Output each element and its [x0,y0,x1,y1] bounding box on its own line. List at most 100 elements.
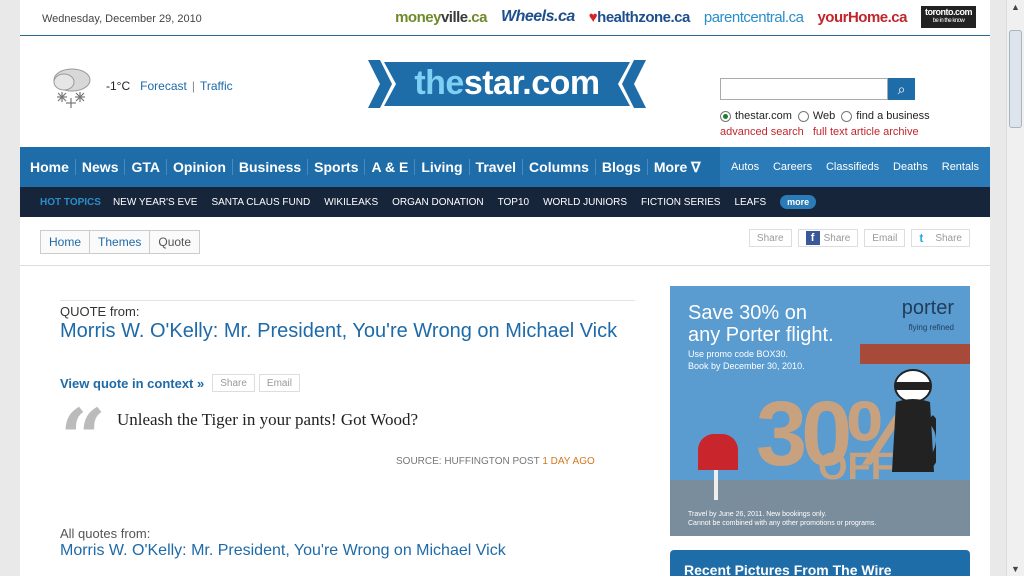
all-quotes-label: All quotes from: [60,526,151,541]
snow-cloud-icon [48,62,96,110]
breadcrumb: Home Themes Quote [40,230,201,254]
facebook-icon: f [805,231,820,245]
nav-classifieds[interactable]: Classifieds [826,161,879,173]
yourhome-link[interactable]: yourHome.ca [817,9,907,26]
radio-button[interactable] [797,110,809,122]
search-button[interactable]: ⌕ [888,78,915,100]
hot-topic-item[interactable]: FICTION SERIES [641,197,720,208]
quote-age: 1 DAY AGO [542,456,595,467]
nav-home[interactable]: Home [24,159,76,175]
ad-fine-print: Travel by June 26, 2011. New bookings on… [688,511,877,527]
scroll-down-icon[interactable]: ▼ [1011,564,1020,574]
twitter-share-button[interactable]: t Share [911,229,970,247]
hot-topics-bar: HOT TOPICS NEW YEAR'S EVE SANTA CLAUS FU… [20,187,990,217]
advanced-search-link[interactable]: advanced search [720,126,804,138]
scope-thestar[interactable]: thestar.com [720,110,792,122]
ad-promo-text: Use promo code BOX30. Book by December 30… [688,349,805,371]
radio-button[interactable] [720,110,731,122]
share-button[interactable]: Share [748,229,792,247]
porter-logo: porter flying refined [901,297,954,332]
quote-source-title[interactable]: Morris W. O'Kelly: Mr. President, You're… [60,318,640,344]
hot-topic-item[interactable]: ORGAN DONATION [392,197,483,208]
hot-topic-item[interactable]: WIKILEAKS [324,197,378,208]
porter-advertisement[interactable]: Save 30% on any Porter flight. porter flyi… [670,286,970,536]
nav-sections: Home News GTA Opinion Business Sports A … [24,147,707,187]
nav-sports[interactable]: Sports [308,159,366,175]
twitter-icon: t [919,231,924,245]
partner-links: moneyville.ca Wheels.ca ♥healthzone.ca p… [395,6,976,28]
search-input[interactable] [720,78,888,100]
vertical-scrollbar[interactable]: ▲ ▼ [1006,0,1024,576]
nav-deaths[interactable]: Deaths [893,161,928,173]
search-icon: ⌕ [897,81,906,97]
nav-living[interactable]: Living [415,159,470,175]
hot-topic-item[interactable]: WORLD JUNIORS [543,197,627,208]
ad-roof-graphic [860,344,970,364]
hot-topics-more-button[interactable]: more [780,195,817,209]
nav-travel[interactable]: Travel [470,159,524,175]
temperature: -1°C [106,79,131,93]
nav-secondary: Autos Careers Classifieds Deaths Rentals [720,147,990,187]
quote-from-label: QUOTE from: [60,300,635,319]
current-date: Wednesday, December 29, 2010 [42,13,202,25]
quote-text: Unleash the Tiger in your pants! Got Woo… [117,410,418,429]
view-in-context-link[interactable]: View quote in context » [60,376,204,391]
hot-topics-label: HOT TOPICS [40,196,101,208]
weather-widget: -1°C Forecast | Traffic [48,62,233,110]
nav-more[interactable]: More ∇ [648,159,707,175]
search-scope-options: thestar.com Web find a business [720,110,936,122]
moneyville-link[interactable]: moneyville.ca [395,9,487,26]
search-links: advanced search full text article archiv… [720,126,925,138]
hot-topic-item[interactable]: TOP10 [498,197,530,208]
parentcentral-link[interactable]: parentcentral.ca [704,9,804,26]
nav-gta[interactable]: GTA [125,159,167,175]
quote-actions: View quote in context » Share Email [60,374,300,392]
scroll-up-icon[interactable]: ▲ [1011,2,1020,12]
nav-news[interactable]: News [76,159,126,175]
nav-autos[interactable]: Autos [731,161,759,173]
ad-headline: Save 30% on any Porter flight. [688,302,834,346]
quote-share-button[interactable]: Share [212,374,255,392]
traffic-link[interactable]: Traffic [200,79,233,93]
scope-business[interactable]: find a business [841,110,930,122]
recent-pictures-header[interactable]: Recent Pictures From The Wire [670,550,970,576]
scope-web[interactable]: Web [797,110,835,122]
nav-rentals[interactable]: Rentals [942,161,979,173]
nav-columns[interactable]: Columns [523,159,596,175]
archive-link[interactable]: full text article archive [813,126,919,138]
separator: | [191,79,195,93]
quote-email-button[interactable]: Email [258,374,300,392]
radio-button[interactable] [841,110,853,122]
nav-business[interactable]: Business [233,159,309,175]
breadcrumb-home[interactable]: Home [41,231,91,253]
nav-blogs[interactable]: Blogs [596,159,648,175]
breadcrumb-quote: Quote [158,235,192,249]
mailbox-post [714,470,718,500]
hot-topic-item[interactable]: SANTA CLAUS FUND [211,197,310,208]
healthzone-link[interactable]: ♥healthzone.ca [588,8,691,26]
thestar-logo[interactable]: thestar.com [368,60,646,108]
toronto-link[interactable]: toronto.com be in the know [921,6,976,28]
quotation-mark-icon: “ [60,391,107,485]
heart-icon: ♥ [588,8,598,26]
email-button[interactable]: Email [864,229,906,247]
all-quotes-link[interactable]: Morris W. O'Kelly: Mr. President, You're… [60,542,506,560]
forecast-link[interactable]: Forecast [140,79,187,93]
share-toolbar: Share f Share Email t Share [748,229,970,247]
ad-off: OFF [818,446,894,488]
mailbox-icon [698,434,738,470]
scrollbar-thumb[interactable] [1009,30,1022,128]
divider [20,265,990,266]
facebook-share-button[interactable]: f Share [797,229,859,247]
nav-opinion[interactable]: Opinion [167,159,233,175]
top-bar: Wednesday, December 29, 2010 moneyville.… [20,0,990,36]
nav-a-and-e[interactable]: A & E [365,159,416,175]
page: Wednesday, December 29, 2010 moneyville.… [20,0,990,576]
breadcrumb-themes[interactable]: Themes [90,231,151,253]
quote-source: SOURCE: HUFFINGTON POST 1 DAY AGO [396,456,595,467]
wheels-link[interactable]: Wheels.ca [501,8,575,26]
hot-topic-item[interactable]: LEAFS [734,197,766,208]
logo-text: thestar.com [414,64,600,102]
nav-careers[interactable]: Careers [773,161,812,173]
hot-topic-item[interactable]: NEW YEAR'S EVE [113,197,198,208]
